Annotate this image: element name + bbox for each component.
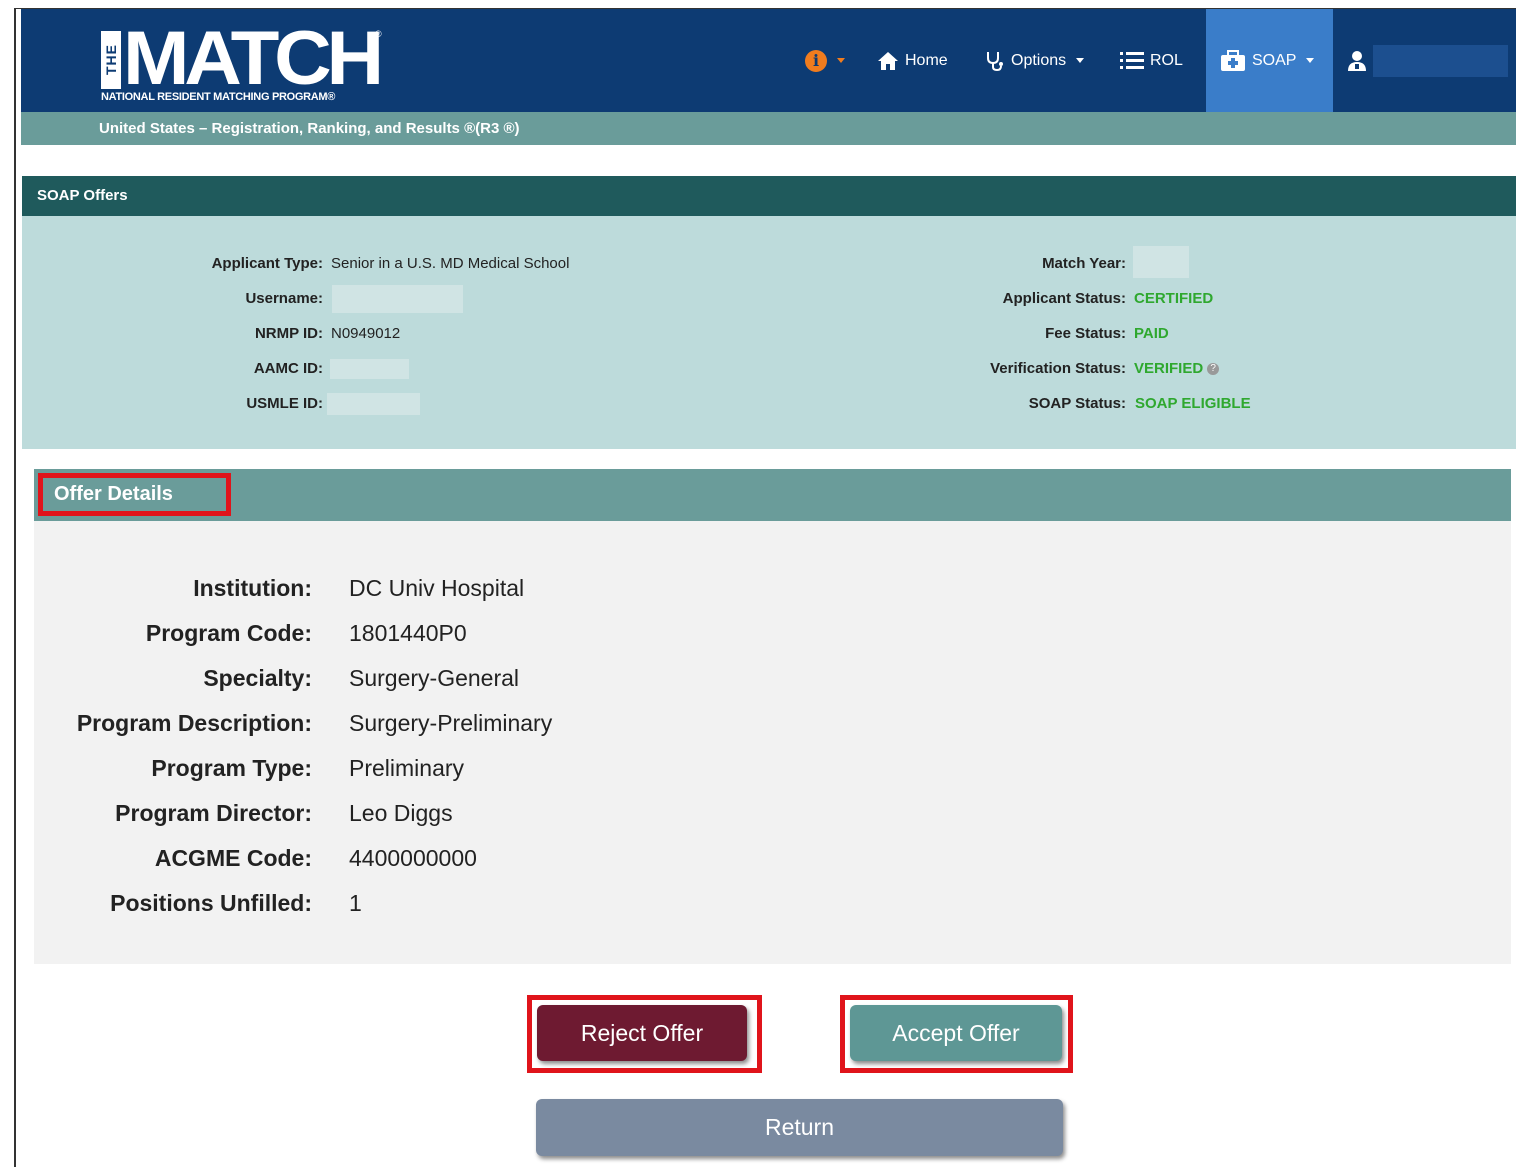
- verification-status-label: Verification Status:: [990, 360, 1126, 377]
- reject-offer-button[interactable]: Reject Offer: [537, 1005, 747, 1061]
- applicant-summary-panel: Applicant Type: Senior in a U.S. MD Medi…: [22, 216, 1516, 449]
- program-description-label: Program Description:: [76, 710, 312, 736]
- program-type-value: Preliminary: [349, 755, 465, 781]
- soap-status-value: SOAP ELIGIBLE: [1135, 395, 1251, 412]
- usmle-id-label: USMLE ID:: [246, 395, 323, 412]
- list-icon: [1120, 51, 1144, 69]
- offer-row-specialty: Specialty: Surgery-General: [34, 663, 934, 693]
- acgme-code-label: ACGME Code:: [154, 845, 312, 871]
- program-type-label: Program Type:: [151, 755, 312, 781]
- program-director-label: Program Director:: [115, 800, 312, 826]
- chevron-down-icon: [837, 58, 845, 63]
- offer-row-positions-unfilled: Positions Unfilled: 1: [34, 888, 934, 918]
- program-director-value: Leo Diggs: [349, 800, 453, 826]
- match-year-redacted: [1133, 246, 1189, 278]
- program-code-label: Program Code:: [145, 620, 312, 646]
- aamc-id-row: AAMC ID:: [22, 357, 722, 381]
- soap-offers-header: SOAP Offers: [22, 176, 1516, 216]
- logo-the-text: THE: [101, 31, 121, 89]
- applicant-status-label: Applicant Status:: [1002, 290, 1126, 307]
- verification-status-group: VERIFIED?: [1134, 357, 1220, 381]
- info-menu[interactable]: i: [805, 9, 845, 112]
- positions-unfilled-label: Positions Unfilled:: [110, 890, 312, 916]
- nav-home-label: Home: [905, 51, 948, 69]
- the-match-logo[interactable]: THE MATCH ® NATIONAL RESIDENT MATCHING P…: [101, 21, 391, 107]
- top-navigation-bar: THE MATCH ® NATIONAL RESIDENT MATCHING P…: [21, 9, 1516, 112]
- applicant-status-value: CERTIFIED: [1134, 290, 1214, 307]
- offer-details-panel: Institution: DC Univ Hospital Program Co…: [34, 521, 1511, 964]
- nav-rol-label: ROL: [1150, 51, 1183, 69]
- username-label: Username:: [245, 290, 323, 307]
- match-year-row: Match Year:: [722, 246, 1322, 278]
- offer-row-program-type: Program Type: Preliminary: [34, 753, 934, 783]
- soap-status-label: SOAP Status:: [1028, 395, 1126, 412]
- positions-unfilled-value: 1: [349, 890, 362, 916]
- fee-status-value: PAID: [1134, 325, 1169, 342]
- nav-rol[interactable]: ROL: [1120, 9, 1183, 112]
- nrmp-id-label: NRMP ID:: [254, 325, 323, 342]
- aamc-id-redacted: [330, 359, 409, 379]
- offer-row-program-director: Program Director: Leo Diggs: [34, 798, 934, 828]
- offer-row-acgme-code: ACGME Code: 4400000000: [34, 843, 934, 873]
- logo-subtitle: NATIONAL RESIDENT MATCHING PROGRAM®: [101, 91, 336, 103]
- specialty-label: Specialty:: [203, 665, 312, 691]
- acgme-code-value: 4400000000: [349, 845, 477, 871]
- program-code-value: 1801440P0: [349, 620, 467, 646]
- nav-soap[interactable]: SOAP: [1206, 9, 1333, 112]
- aamc-id-label: AAMC ID:: [253, 360, 323, 377]
- username-redacted: [1373, 44, 1508, 77]
- context-banner: United States – Registration, Ranking, a…: [21, 112, 1516, 145]
- stethoscope-icon: [987, 51, 1003, 71]
- return-button[interactable]: Return: [536, 1099, 1063, 1156]
- nrmp-id-value: N0949012: [331, 325, 401, 342]
- help-question-icon[interactable]: ?: [1207, 363, 1220, 376]
- specialty-value: Surgery-General: [349, 665, 520, 691]
- soap-status-row: SOAP Status: SOAP ELIGIBLE: [722, 392, 1322, 416]
- username-row: Username:: [22, 285, 722, 313]
- logo-match-text: MATCH: [123, 16, 384, 101]
- usmle-id-row: USMLE ID:: [22, 392, 722, 416]
- offer-details-title: Offer Details: [38, 473, 231, 516]
- fee-status-row: Fee Status: PAID: [722, 322, 1322, 346]
- offer-row-program-description: Program Description: Surgery-Preliminary: [34, 708, 934, 738]
- fee-status-label: Fee Status:: [1045, 325, 1126, 342]
- program-description-value: Surgery-Preliminary: [349, 710, 553, 736]
- match-year-label: Match Year:: [1042, 255, 1126, 272]
- verification-status-value: VERIFIED: [1134, 360, 1204, 377]
- institution-value: DC Univ Hospital: [349, 575, 525, 601]
- logo-registered-mark: ®: [375, 29, 382, 39]
- applicant-type-value: Senior in a U.S. MD Medical School: [331, 255, 570, 272]
- chevron-down-icon: [1076, 58, 1085, 63]
- nrmp-id-row: NRMP ID: N0949012: [22, 322, 722, 346]
- applicant-status-row: Applicant Status: CERTIFIED: [722, 287, 1322, 311]
- institution-label: Institution:: [193, 575, 312, 601]
- applicant-type-label: Applicant Type:: [211, 255, 323, 272]
- nav-soap-label: SOAP: [1252, 51, 1297, 69]
- medical-kit-icon: [1221, 49, 1245, 71]
- accept-offer-button[interactable]: Accept Offer: [850, 1005, 1062, 1061]
- offer-row-program-code: Program Code: 1801440P0: [34, 618, 934, 648]
- info-circle-icon: i: [805, 49, 827, 72]
- nav-home[interactable]: Home: [877, 9, 948, 112]
- applicant-type-row: Applicant Type: Senior in a U.S. MD Medi…: [22, 252, 722, 276]
- verification-status-row: Verification Status: VERIFIED?: [722, 357, 1322, 381]
- usmle-id-redacted: [327, 393, 420, 415]
- user-doctor-icon: [1348, 50, 1366, 71]
- username-redacted: [332, 285, 463, 313]
- offer-row-institution: Institution: DC Univ Hospital: [34, 573, 934, 603]
- offer-details-header: Offer Details: [34, 469, 1511, 521]
- home-icon: [878, 51, 898, 70]
- chevron-down-icon: [1306, 58, 1315, 63]
- nav-options[interactable]: Options: [985, 9, 1085, 112]
- nav-user-menu[interactable]: [1347, 9, 1516, 112]
- nav-options-label: Options: [1011, 51, 1067, 69]
